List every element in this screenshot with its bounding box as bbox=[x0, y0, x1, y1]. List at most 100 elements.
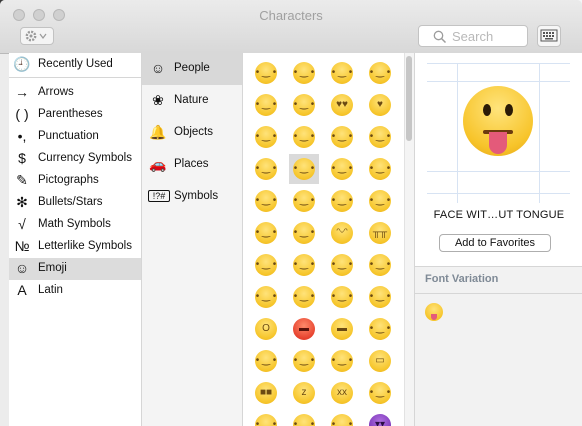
character-grid-toggle-button[interactable] bbox=[537, 25, 561, 47]
screaming-face-emoji[interactable]: O bbox=[251, 314, 281, 344]
heart-eyes-face-emoji[interactable]: ♥♥ bbox=[327, 90, 357, 120]
yum-face-emoji[interactable]: • ‿ • bbox=[327, 346, 357, 376]
face-with-tongue-emoji-preview bbox=[463, 86, 533, 156]
scroll-thumb[interactable] bbox=[406, 56, 412, 141]
tired-face-emoji[interactable]: • ‿ • bbox=[327, 282, 357, 312]
sobbing-face-emoji[interactable]: ╥╥ bbox=[365, 218, 395, 248]
relieved-face-emoji[interactable]: • ‿ • bbox=[251, 90, 281, 120]
kissing-face-emoji[interactable]: • ‿ • bbox=[251, 122, 281, 152]
flushed-face-glyph: • ‿ • bbox=[331, 158, 353, 180]
grimacing-face-emoji[interactable]: • ‿ • bbox=[365, 154, 395, 184]
category-item-parentheses[interactable]: ( ) Parentheses bbox=[9, 104, 141, 126]
emoji-grid-scrollbar[interactable] bbox=[404, 53, 414, 426]
confounded-face-emoji[interactable]: • ‿ • bbox=[251, 346, 281, 376]
unamused-face-glyph: • ‿ • bbox=[331, 190, 353, 212]
sweat-smile-glyph: • ‿ • bbox=[369, 254, 391, 276]
search-field[interactable]: Search bbox=[418, 25, 528, 47]
kissing-face-emoji[interactable]: • ‿ • bbox=[289, 122, 319, 152]
winking-face-glyph: • ‿ • bbox=[293, 94, 315, 116]
worried-face-emoji[interactable]: • ‿ • bbox=[251, 410, 281, 426]
font-variation-emoji[interactable] bbox=[425, 303, 443, 321]
disappointed-relieved-emoji[interactable]: • ‿ • bbox=[289, 250, 319, 280]
action-menu-button[interactable] bbox=[20, 27, 54, 45]
triumph-face-emoji[interactable]: • ‿ • bbox=[365, 314, 395, 344]
sweat-face-emoji[interactable]: • ‿ • bbox=[251, 282, 281, 312]
characters-content: 🕘 Recently Used → Arrows ( ) Parentheses •, Pun… bbox=[9, 53, 582, 426]
pensive-face-emoji[interactable]: • ‿ • bbox=[251, 186, 281, 216]
anguished-face-glyph: • ‿ • bbox=[331, 414, 353, 426]
dizzy-face-emoji[interactable]: xx bbox=[327, 378, 357, 408]
category-item-math-symbols[interactable]: √ Math Symbols bbox=[9, 214, 141, 236]
grinning-face-eyes-glyph: • ‿ • bbox=[331, 62, 353, 84]
sleeping-face-emoji[interactable]: z bbox=[289, 378, 319, 408]
unamused-face-emoji[interactable]: • ‿ • bbox=[327, 186, 357, 216]
flushed-face-emoji[interactable]: • ‿ • bbox=[327, 154, 357, 184]
fearful-face-emoji[interactable]: • ‿ • bbox=[365, 282, 395, 312]
keyboard-grid-icon bbox=[540, 29, 558, 42]
category-item-currency-symbols[interactable]: $ Currency Symbols bbox=[9, 148, 141, 170]
characters-window: Characters Search 🕘 Recently Used → Arro… bbox=[0, 0, 582, 426]
category-label: Punctuation bbox=[38, 130, 99, 142]
category-label: Letterlike Symbols bbox=[38, 240, 132, 252]
sunglasses-face-emoji[interactable]: ■■ bbox=[251, 378, 281, 408]
category-label: Math Symbols bbox=[38, 218, 111, 230]
astonished-face-emoji[interactable]: • ‿ • bbox=[365, 378, 395, 408]
astonished-face-glyph: • ‿ • bbox=[369, 382, 391, 404]
subcategory-item-objects[interactable]: 🔔 Objects bbox=[142, 117, 242, 149]
tongue-closed-eyes-emoji[interactable]: • ‿ • bbox=[251, 154, 281, 184]
crying-face-glyph: • ‿ • bbox=[293, 222, 315, 244]
category-item-recently-used[interactable]: 🕘 Recently Used bbox=[9, 54, 141, 76]
tongue-wink-face-emoji[interactable]: • ‿ • bbox=[365, 122, 395, 152]
anguished-face-emoji[interactable]: • ‿ • bbox=[327, 410, 357, 426]
disappointed-face-emoji[interactable]: • ‿ • bbox=[365, 186, 395, 216]
worried-face-glyph: • ‿ • bbox=[255, 414, 277, 426]
subcategory-item-nature[interactable]: ❀ Nature bbox=[142, 85, 242, 117]
subcategory-item-places[interactable]: 🚗 Places bbox=[142, 149, 242, 181]
cold-sweat-face-emoji[interactable]: • ‿ • bbox=[327, 250, 357, 280]
pouting-face-emoji[interactable]: ▬ bbox=[327, 314, 357, 344]
grimacing-face-glyph: • ‿ • bbox=[369, 158, 391, 180]
category-item-latin[interactable]: A Latin bbox=[9, 280, 141, 302]
arrow-icon: → bbox=[15, 84, 29, 100]
guide-line bbox=[539, 63, 540, 203]
guide-line bbox=[427, 63, 570, 64]
subcategory-item-symbols[interactable]: !?# Symbols bbox=[142, 181, 242, 213]
mask-face-emoji[interactable]: ▭ bbox=[365, 346, 395, 376]
category-item-letterlike-symbols[interactable]: № Letterlike Symbols bbox=[9, 236, 141, 258]
subcategory-list: ☺ People ❀ Nature 🔔 Objects 🚗 Places !?# Symbols bbox=[142, 53, 243, 426]
sleeping-face-glyph: z bbox=[293, 382, 315, 404]
smiling-face-emoji[interactable]: • ‿ • bbox=[289, 58, 319, 88]
grinning-face-eyes-emoji[interactable]: • ‿ • bbox=[327, 58, 357, 88]
guide-line bbox=[427, 193, 570, 194]
laughing-face-emoji[interactable]: • ‿ • bbox=[289, 346, 319, 376]
imp-face-emoji[interactable]: ▾▾ bbox=[365, 410, 395, 426]
category-item-punctuation[interactable]: •, Punctuation bbox=[9, 126, 141, 148]
winking-face-emoji[interactable]: • ‿ • bbox=[289, 90, 319, 120]
subcategory-label: Symbols bbox=[174, 190, 219, 202]
persevering-face-emoji[interactable]: • ‿ • bbox=[251, 218, 281, 248]
triumph-face-glyph: • ‿ • bbox=[369, 318, 391, 340]
angry-face-emoji[interactable]: ▬ bbox=[289, 314, 319, 344]
category-item-pictographs[interactable]: ✎ Pictographs bbox=[9, 170, 141, 192]
weary-face-emoji[interactable]: • ‿ • bbox=[289, 282, 319, 312]
category-label: Latin bbox=[38, 284, 63, 296]
car-icon: 🚗 bbox=[149, 156, 167, 172]
subcategory-item-people[interactable]: ☺ People bbox=[142, 53, 242, 85]
tears-of-joy-glyph: ᵔᵕᵔ bbox=[331, 222, 353, 244]
tears-of-joy-emoji[interactable]: ᵔᵕᵔ bbox=[327, 218, 357, 248]
category-item-emoji[interactable]: ☺ Emoji bbox=[9, 258, 141, 280]
kissing-smiling-eyes-emoji[interactable]: • ‿ • bbox=[327, 122, 357, 152]
sleepy-face-emoji[interactable]: • ‿ • bbox=[251, 250, 281, 280]
tongue-face-emoji[interactable]: • ‿ • bbox=[289, 154, 319, 184]
smiling-blush-emoji[interactable]: • ‿ • bbox=[365, 58, 395, 88]
grinning-face-emoji[interactable]: • ‿ • bbox=[251, 58, 281, 88]
bell-icon: 🔔 bbox=[149, 124, 167, 140]
add-to-favorites-button[interactable]: Add to Favorites bbox=[439, 234, 551, 252]
relieved-face-emoji[interactable]: • ‿ • bbox=[289, 186, 319, 216]
category-item-arrows[interactable]: → Arrows bbox=[9, 82, 141, 104]
kissing-heart-face-emoji[interactable]: ♥ bbox=[365, 90, 395, 120]
category-item-bullets-stars[interactable]: ✻ Bullets/Stars bbox=[9, 192, 141, 214]
crying-face-emoji[interactable]: • ‿ • bbox=[289, 218, 319, 248]
sweat-smile-emoji[interactable]: • ‿ • bbox=[365, 250, 395, 280]
frowning-face-emoji[interactable]: • ‿ • bbox=[289, 410, 319, 426]
